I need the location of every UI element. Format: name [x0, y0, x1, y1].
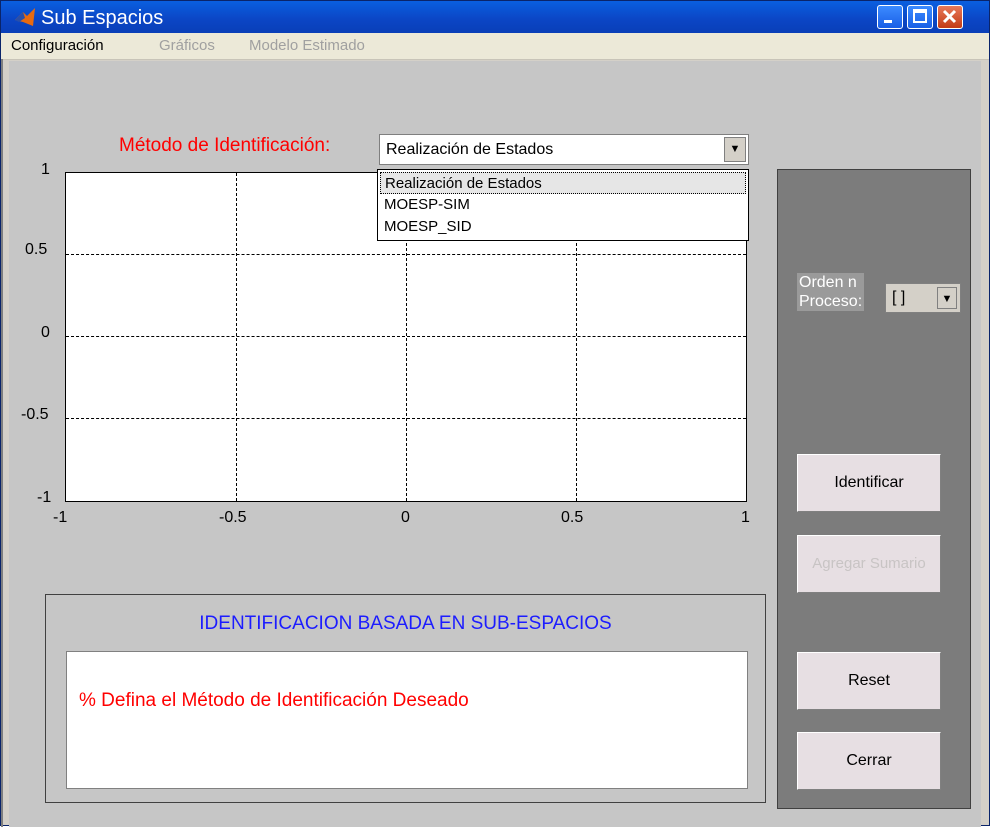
- orden-select[interactable]: [ ] ▼: [885, 283, 961, 313]
- y-tick-label: -1: [37, 489, 52, 506]
- menu-configuracion[interactable]: Configuración: [11, 37, 104, 54]
- method-select[interactable]: Realización de Estados ▼: [379, 134, 749, 165]
- method-select-value: Realización de Estados: [386, 141, 554, 158]
- close-button[interactable]: [937, 5, 963, 29]
- orden-label: Orden n Proceso:: [797, 273, 865, 311]
- menu-graficos[interactable]: Gráficos: [159, 37, 215, 54]
- grid-line-horizontal: [66, 254, 746, 255]
- dropdown-option[interactable]: Realización de Estados: [380, 172, 746, 194]
- chevron-down-icon: ▼: [941, 293, 953, 305]
- orden-select-value: [ ]: [892, 289, 906, 306]
- x-tick-label: 1: [741, 509, 750, 526]
- info-title: IDENTIFICACION BASADA EN SUB-ESPACIOS: [199, 613, 612, 634]
- maximize-button[interactable]: [907, 5, 933, 29]
- grid-line-horizontal: [66, 336, 746, 337]
- menu-modelo-estimado[interactable]: Modelo Estimado: [249, 37, 365, 54]
- grid-line-vertical: [236, 173, 237, 501]
- title-bar[interactable]: Sub Espacios: [1, 1, 989, 33]
- minimize-button[interactable]: [877, 5, 903, 29]
- identificar-button[interactable]: Identificar: [797, 454, 941, 512]
- orden-dropdown-arrow[interactable]: ▼: [937, 287, 957, 309]
- info-panel: IDENTIFICACION BASADA EN SUB-ESPACIOS % …: [45, 594, 766, 803]
- orden-label-line2: Proceso:: [799, 293, 863, 310]
- dropdown-arrow-button[interactable]: ▼: [724, 137, 746, 162]
- method-label: Método de Identificación:: [119, 135, 331, 156]
- matlab-logo-icon: [15, 8, 35, 26]
- chevron-down-icon: ▼: [729, 143, 741, 155]
- y-tick-label: 0.5: [25, 241, 48, 258]
- method-dropdown-list: Realización de Estados MOESP-SIM MOESP_S…: [377, 169, 749, 241]
- x-tick-label: -0.5: [219, 509, 247, 526]
- window-title: Sub Espacios: [41, 7, 164, 29]
- maximize-icon: [913, 9, 927, 23]
- x-tick-label: 0: [401, 509, 410, 526]
- grid-line-horizontal: [66, 418, 746, 419]
- close-icon: [942, 9, 957, 24]
- x-tick-label: -1: [53, 509, 68, 526]
- message-box: % Defina el Método de Identificación Des…: [66, 651, 748, 789]
- menu-bar: Configuración Gráficos Modelo Estimado: [1, 33, 989, 60]
- app-window: Sub Espacios Configuración Gráficos Mode…: [0, 0, 990, 827]
- message-text: % Defina el Método de Identificación Des…: [79, 690, 469, 711]
- dropdown-option[interactable]: MOESP_SID: [380, 216, 746, 238]
- reset-button[interactable]: Reset: [797, 652, 941, 710]
- y-tick-label: -0.5: [21, 406, 49, 423]
- orden-label-line1: Orden n: [799, 274, 857, 291]
- left-border: [1, 59, 3, 827]
- x-tick-label: 0.5: [561, 509, 584, 526]
- dropdown-option[interactable]: MOESP-SIM: [380, 194, 746, 216]
- y-tick-label: 1: [41, 161, 50, 178]
- minimize-icon: [884, 20, 892, 23]
- cerrar-button[interactable]: Cerrar: [797, 732, 941, 790]
- agregar-sumario-button[interactable]: Agregar Sumario: [797, 535, 941, 593]
- y-tick-label: 0: [41, 324, 50, 341]
